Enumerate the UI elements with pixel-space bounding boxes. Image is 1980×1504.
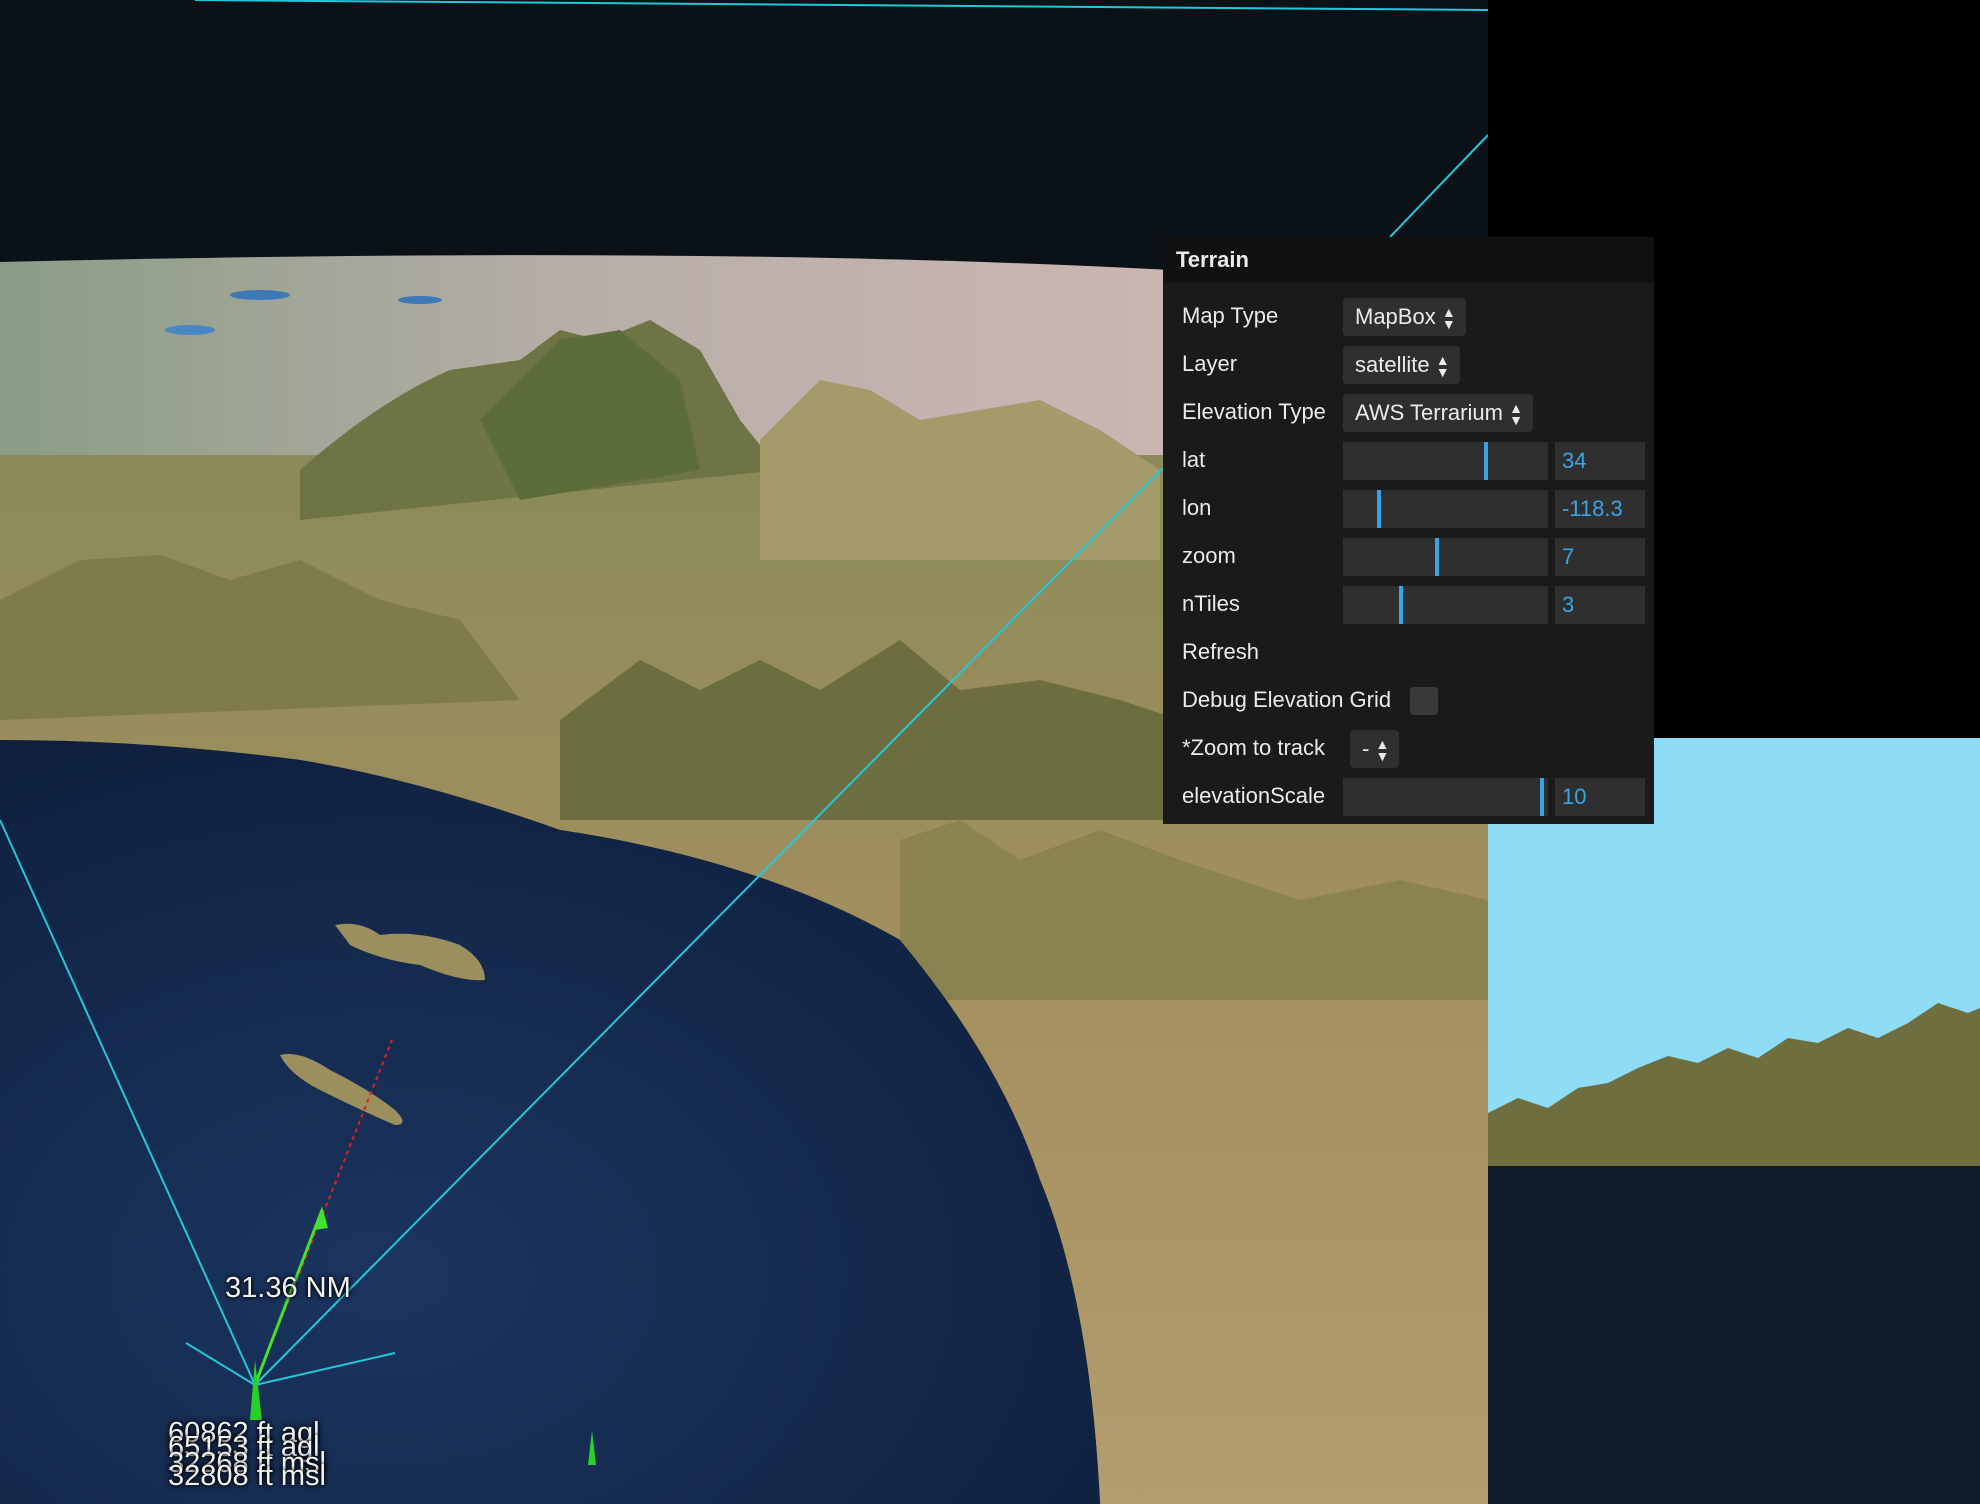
lon-label: lon	[1182, 495, 1212, 520]
elevation-scale-input[interactable]: 10	[1555, 778, 1645, 816]
distance-label: 31.36 NM	[225, 1272, 351, 1304]
lon-row: lon -118.3	[1163, 483, 1654, 531]
elevation-type-select[interactable]: AWS Terrarium ▲ ▼	[1343, 394, 1533, 432]
layer-select[interactable]: satellite ▲ ▼	[1343, 346, 1460, 384]
map-type-row: Map Type MapBox ▲ ▼	[1163, 291, 1654, 339]
elevation-type-row: Elevation Type AWS Terrarium ▲ ▼	[1163, 387, 1654, 435]
map-type-value: MapBox	[1355, 304, 1436, 329]
updown-chevron-icon: ▲ ▼	[1509, 400, 1523, 428]
elevation-type-label: Elevation Type	[1182, 399, 1326, 424]
lat-slider[interactable]	[1343, 442, 1548, 480]
altitude-label: 32808 ft msl	[168, 1460, 326, 1492]
zoom-row: zoom 7	[1163, 531, 1654, 579]
refresh-row[interactable]: Refresh	[1163, 627, 1654, 675]
zoom-input[interactable]: 7	[1555, 538, 1645, 576]
layer-value: satellite	[1355, 352, 1430, 377]
ntiles-row: nTiles 3	[1163, 579, 1654, 627]
slider-handle[interactable]	[1484, 442, 1488, 480]
zoom-to-track-value: -	[1362, 736, 1370, 761]
ntiles-input[interactable]: 3	[1555, 586, 1645, 624]
zoom-to-track-row: *Zoom to track - ▲ ▼	[1163, 723, 1654, 771]
zoom-label: zoom	[1182, 543, 1236, 568]
debug-elevation-grid-label: Debug Elevation Grid	[1182, 687, 1392, 712]
zoom-to-track-select[interactable]: - ▲ ▼	[1350, 730, 1400, 768]
secondary-scene	[1488, 738, 1980, 1504]
lon-slider[interactable]	[1343, 490, 1548, 528]
updown-chevron-icon: ▲ ▼	[1441, 304, 1456, 332]
zoom-slider[interactable]	[1343, 538, 1548, 576]
elevation-scale-row: elevationScale 10	[1163, 771, 1654, 819]
lat-label: lat	[1182, 447, 1206, 472]
terrain-panel: Terrain Map Type MapBox ▲ ▼ Layer satelli…	[1163, 237, 1654, 824]
map-type-label: Map Type	[1182, 303, 1279, 328]
ntiles-label: nTiles	[1182, 591, 1240, 616]
layer-row: Layer satellite ▲ ▼	[1163, 339, 1654, 387]
slider-handle[interactable]	[1399, 586, 1403, 624]
elevation-type-value: AWS Terrarium	[1355, 400, 1503, 425]
side-ocean	[1488, 1166, 1980, 1504]
slider-handle[interactable]	[1540, 778, 1544, 816]
elevation-scale-slider[interactable]	[1343, 778, 1548, 816]
refresh-button[interactable]: Refresh	[1182, 639, 1259, 665]
layer-label: Layer	[1182, 351, 1238, 376]
zoom-to-track-label: *Zoom to track	[1182, 735, 1326, 760]
map-type-select[interactable]: MapBox ▲ ▼	[1343, 298, 1466, 336]
debug-elevation-grid-checkbox[interactable]	[1410, 687, 1438, 715]
panel-title: Terrain	[1163, 237, 1654, 283]
ntiles-slider[interactable]	[1343, 586, 1548, 624]
elevation-scale-label: elevationScale	[1182, 783, 1326, 808]
slider-handle[interactable]	[1435, 538, 1439, 576]
lat-input[interactable]: 34	[1555, 442, 1645, 480]
secondary-view[interactable]	[1488, 738, 1980, 1504]
lon-input[interactable]: -118.3	[1555, 490, 1645, 528]
debug-grid-row: Debug Elevation Grid	[1163, 675, 1654, 723]
updown-chevron-icon: ▲ ▼	[1375, 736, 1390, 764]
slider-handle[interactable]	[1377, 490, 1381, 528]
lat-row: lat 34	[1163, 435, 1654, 483]
updown-chevron-icon: ▲ ▼	[1435, 352, 1450, 380]
